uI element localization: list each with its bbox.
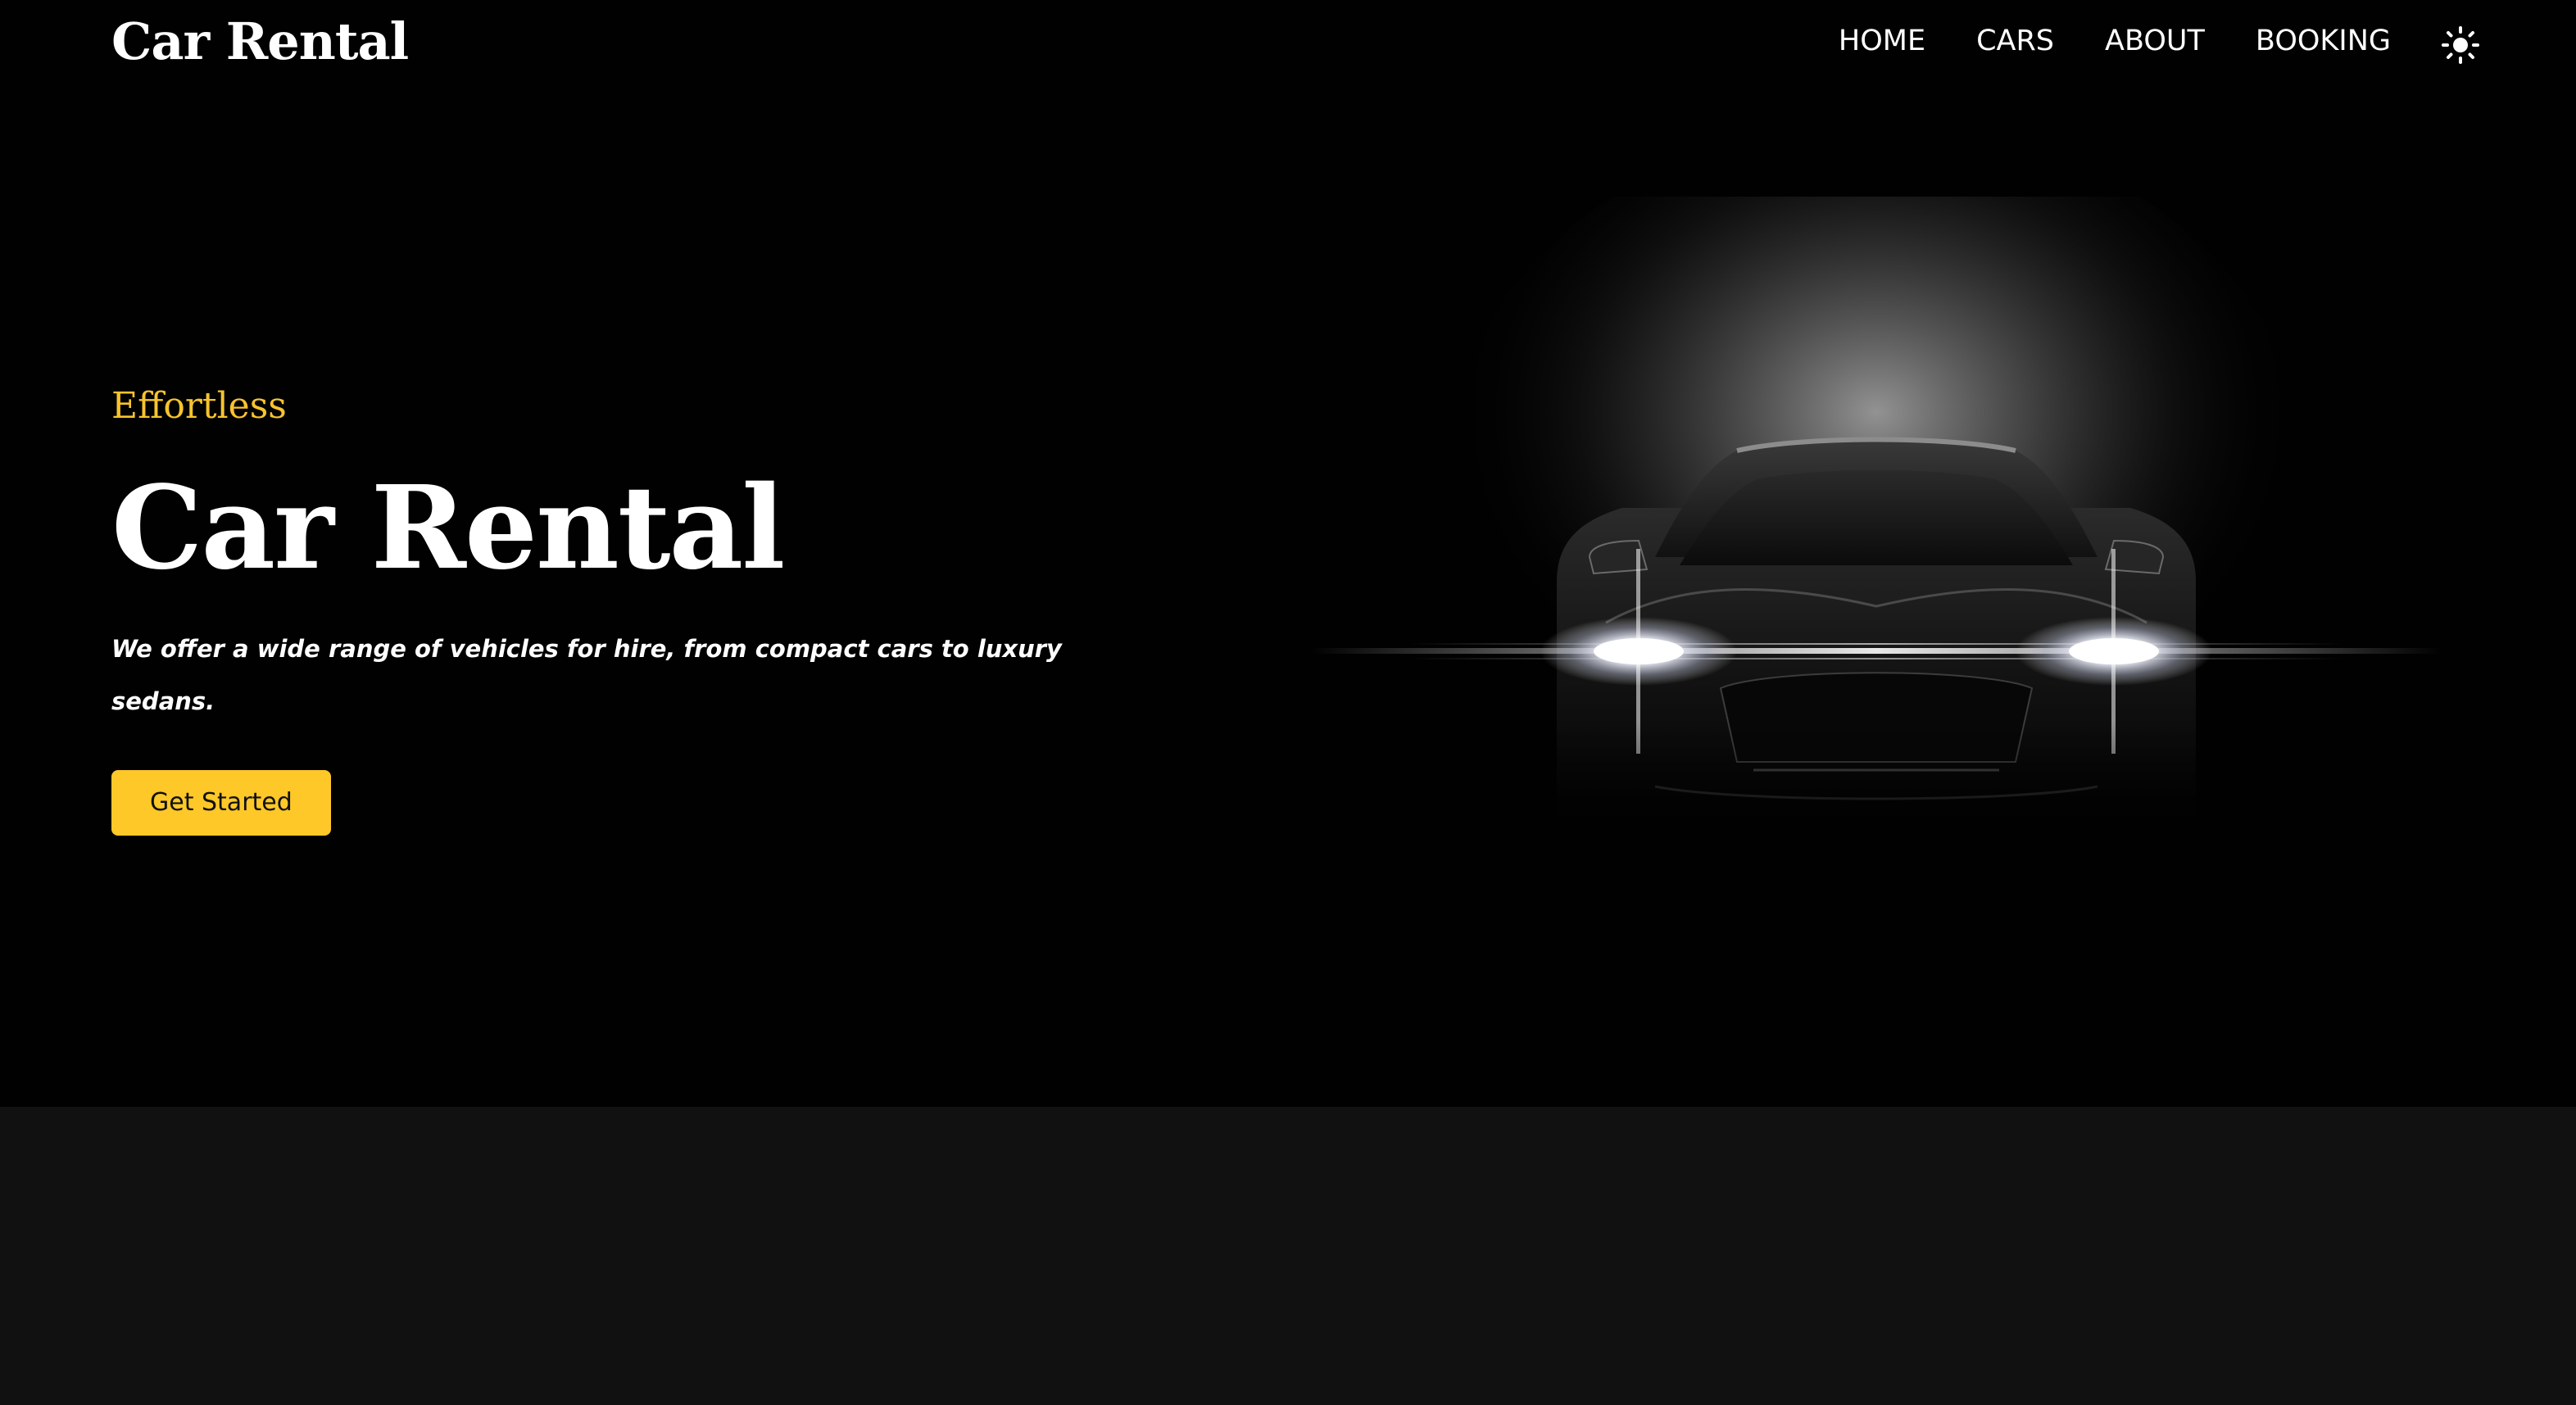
nav-home-link[interactable]: HOME: [1839, 25, 1925, 57]
navbar: Car Rental HOME CARS ABOUT BOOKING: [0, 0, 2576, 90]
get-started-button[interactable]: Get Started: [111, 770, 331, 836]
nav-links: HOME CARS ABOUT BOOKING: [1839, 25, 2391, 57]
nav-booking-link[interactable]: BOOKING: [2256, 25, 2391, 57]
lower-section: [0, 1107, 2576, 1405]
nav-cars-link[interactable]: CARS: [1976, 25, 2054, 57]
hero-section: Effortless Car Rental We offer a wide ra…: [0, 0, 2576, 1107]
car-headlights-image: [1311, 197, 2442, 893]
nav-about-link[interactable]: ABOUT: [2105, 25, 2205, 57]
theme-toggle-button[interactable]: [2442, 26, 2479, 64]
hero-text-block: Effortless Car Rental We offer a wide ra…: [111, 382, 1095, 836]
hero-eyebrow: Effortless: [111, 385, 287, 427]
page: Effortless Car Rental We offer a wide ra…: [0, 0, 2576, 1405]
sun-icon: [2442, 26, 2479, 64]
hero-description: We offer a wide range of vehicles for hi…: [111, 635, 1062, 715]
brand-logo[interactable]: Car Rental: [111, 11, 409, 71]
hero-title: Car Rental: [111, 461, 785, 596]
